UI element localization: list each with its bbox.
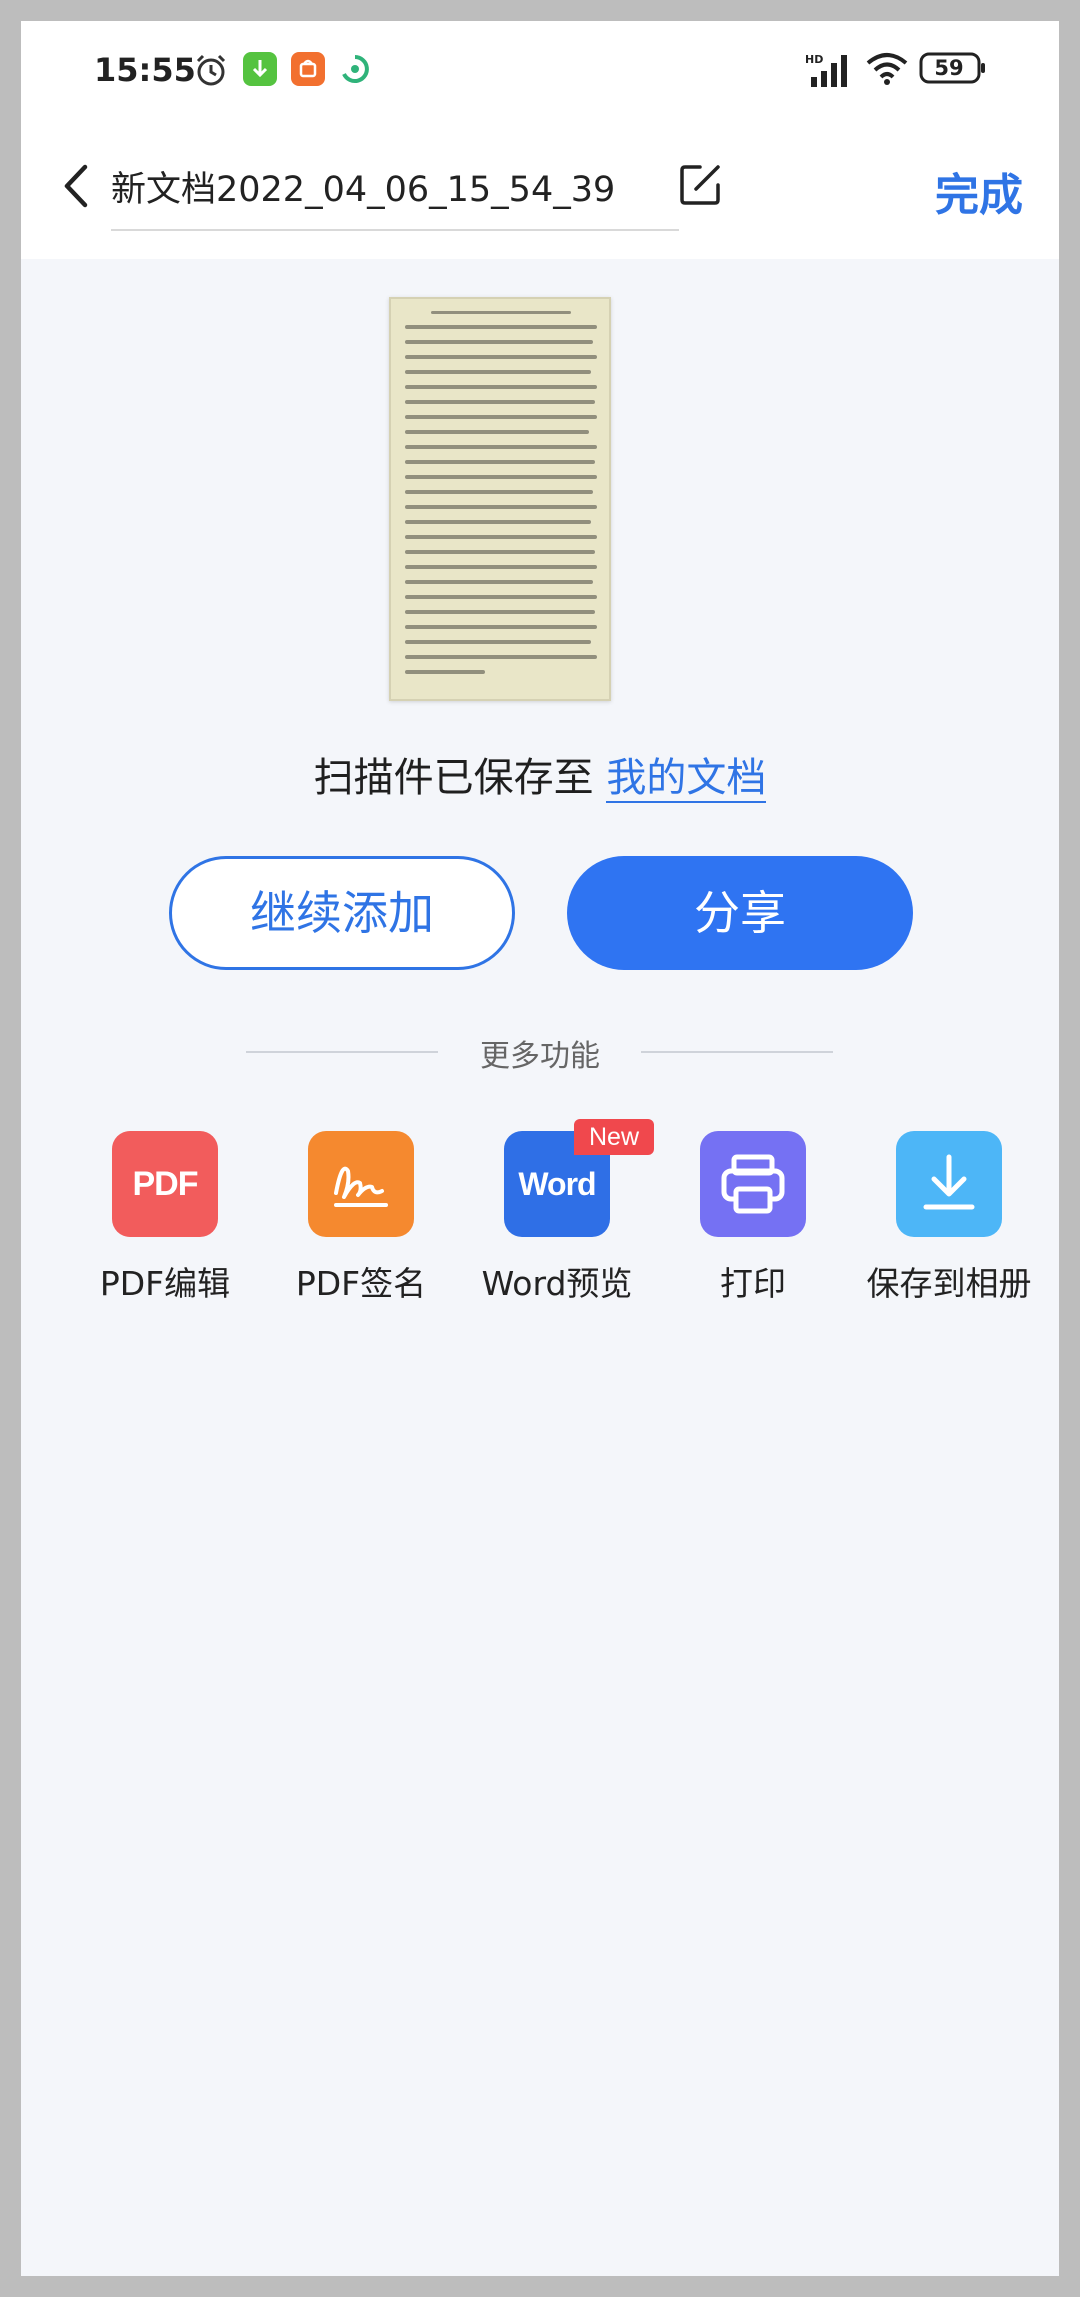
status-time: 15:55	[94, 51, 196, 89]
signature-icon	[308, 1131, 414, 1237]
app-screen: 15:55 HD 59 新文档2022_04_06_15_54_39 完成 扫描…	[21, 21, 1059, 2276]
new-badge: New	[574, 1119, 654, 1155]
word-icon: Word New	[504, 1119, 654, 1237]
shopping-app-notification-icon	[291, 52, 325, 86]
signal-icon: HD	[805, 53, 847, 87]
document-title-field[interactable]: 新文档2022_04_06_15_54_39	[111, 161, 615, 212]
alarm-icon	[196, 54, 226, 86]
word-icon-text: Word	[518, 1165, 596, 1202]
done-button[interactable]: 完成	[935, 159, 1023, 223]
scan-thumbnail[interactable]	[389, 297, 611, 701]
top-app-bar: 新文档2022_04_06_15_54_39 完成	[21, 131, 1059, 259]
divider-right	[641, 1051, 833, 1053]
tool-pdf-sign[interactable]: PDF签名	[263, 1131, 459, 1305]
continue-add-button[interactable]: 继续添加	[169, 856, 515, 970]
my-documents-link[interactable]: 我的文档	[606, 755, 767, 803]
edit-title-icon[interactable]	[676, 159, 726, 209]
tool-print[interactable]: 打印	[655, 1131, 851, 1305]
share-button[interactable]: 分享	[567, 856, 913, 970]
printer-icon	[700, 1131, 806, 1237]
sync-app-notification-icon	[342, 55, 369, 83]
pdf-icon-text: PDF	[132, 1164, 199, 1203]
tool-label: 打印	[720, 1264, 786, 1303]
tool-label: PDF签名	[295, 1264, 427, 1303]
download-icon	[896, 1131, 1002, 1237]
more-features-label: 更多功能	[480, 1039, 600, 1074]
battery-level: 59	[934, 56, 964, 80]
battery-icon: 59	[919, 51, 987, 85]
tool-label: PDF编辑	[99, 1264, 231, 1303]
status-bar: 15:55 HD 59	[21, 21, 1059, 131]
saved-message: 扫描件已保存至 我的文档	[21, 745, 1059, 803]
download-app-notification-icon	[243, 52, 277, 86]
back-button[interactable]	[51, 153, 101, 219]
title-underline	[111, 229, 679, 231]
saved-prefix: 扫描件已保存至	[313, 755, 607, 801]
tool-label: Word预览	[481, 1264, 633, 1303]
tool-word-preview[interactable]: Word New Word预览	[459, 1119, 655, 1305]
tool-save-to-album[interactable]: 保存到相册	[851, 1131, 1047, 1305]
more-features-grid: PDF PDF编辑 PDF签名 Word New Word预览 打印 保存到相册	[21, 1119, 1059, 1331]
pdf-icon: PDF	[112, 1131, 218, 1237]
wifi-icon	[866, 53, 908, 85]
tool-label: 保存到相册	[866, 1264, 1032, 1303]
tool-pdf-edit[interactable]: PDF PDF编辑	[67, 1131, 263, 1305]
svg-text:HD: HD	[805, 53, 823, 66]
